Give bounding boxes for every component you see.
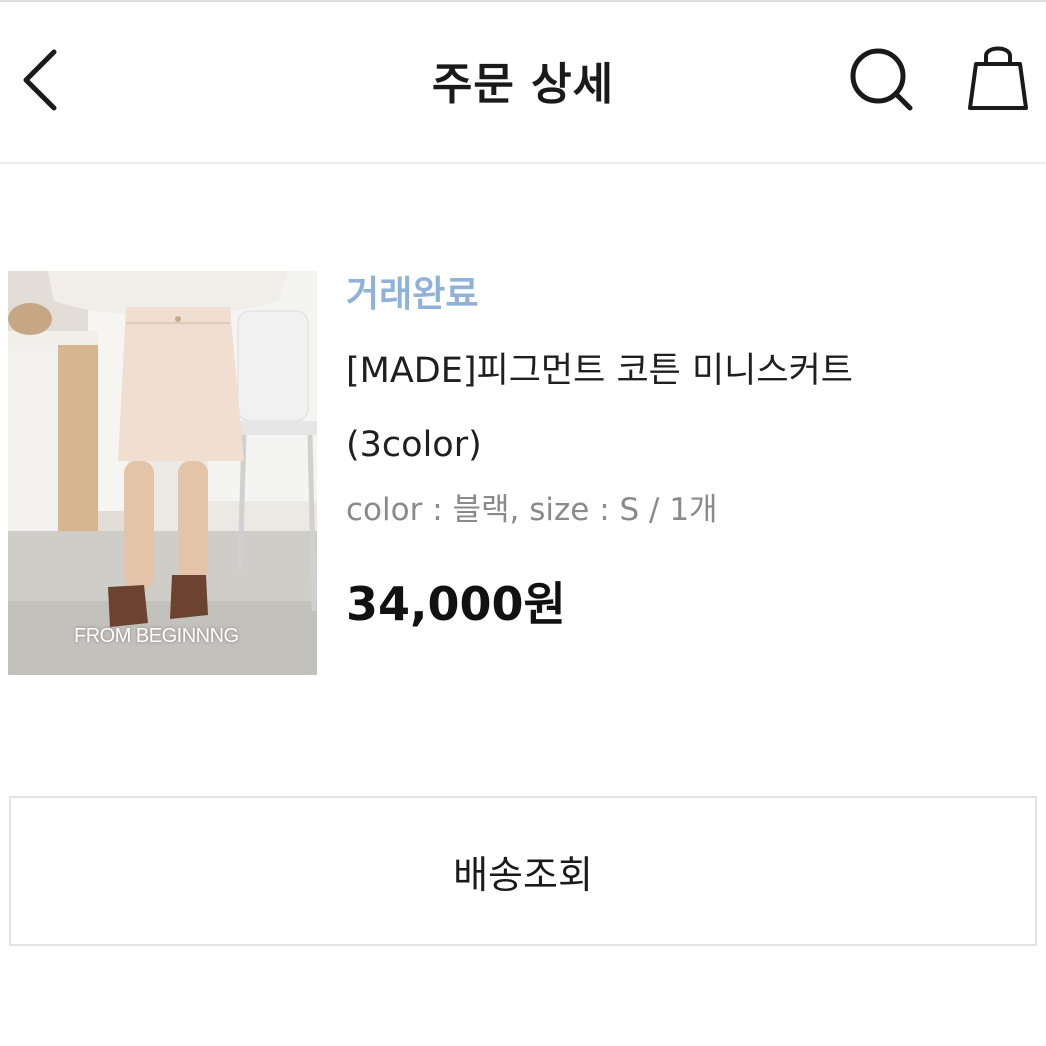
chevron-left-icon [23, 49, 57, 111]
delivery-tracking-label: 배송조회 [453, 852, 593, 897]
search-icon [850, 48, 913, 111]
product-photo [8, 271, 317, 675]
delivery-tracking-button[interactable]: 배송조회 [9, 796, 1037, 946]
product-price: 34,000원 [346, 577, 566, 631]
header-divider [0, 162, 1046, 164]
product-thumbnail[interactable]: FROM BEGINNNG [8, 271, 317, 675]
app-header: 주문 상세 [0, 2, 1046, 162]
back-button[interactable] [14, 42, 70, 118]
product-option: color : 블랙, size : S / 1개 [346, 492, 718, 528]
product-name[interactable]: [MADE]피그먼트 코튼 미니스커트 (3color) [346, 334, 966, 482]
search-button[interactable] [846, 44, 918, 116]
order-status-label: 거래완료 [346, 274, 479, 315]
shopping-bag-icon [968, 46, 1028, 110]
thumbnail-brand-text: FROM BEGINNNG [74, 625, 239, 647]
cart-button[interactable] [964, 42, 1032, 114]
